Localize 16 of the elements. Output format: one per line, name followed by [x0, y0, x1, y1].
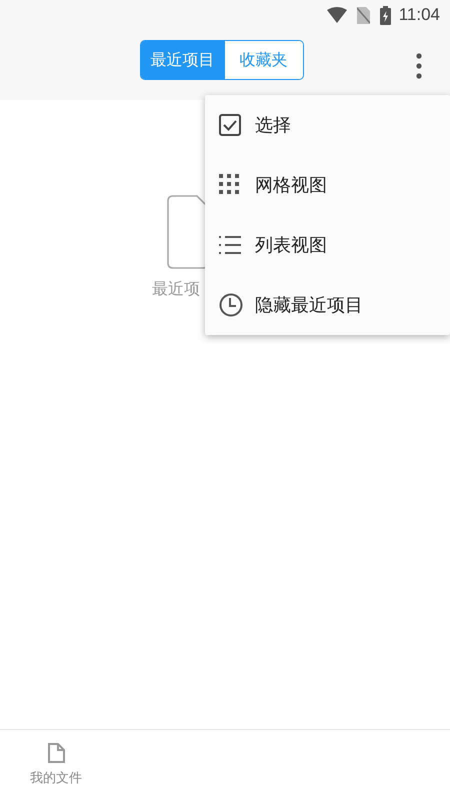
menu-item[interactable]: 选择: [205, 95, 450, 155]
wifi-icon: [326, 7, 347, 23]
checkbox-icon: [219, 114, 241, 136]
no-sim-icon: [356, 6, 370, 24]
more-icon[interactable]: [415, 52, 423, 80]
status-time: 11:04: [398, 5, 440, 25]
clock-icon: [219, 293, 243, 317]
menu-item[interactable]: 列表视图: [205, 215, 450, 275]
menu-item[interactable]: 网格视图: [205, 155, 450, 215]
empty-state-text: 最近项: [152, 279, 200, 300]
grid-icon: [219, 174, 241, 196]
menu-item[interactable]: 隐藏最近项目: [205, 275, 450, 335]
document-icon: [47, 743, 65, 763]
battery-icon: [380, 6, 391, 24]
list-icon: [219, 235, 241, 255]
nav-item[interactable]: 我的文件: [0, 730, 112, 800]
